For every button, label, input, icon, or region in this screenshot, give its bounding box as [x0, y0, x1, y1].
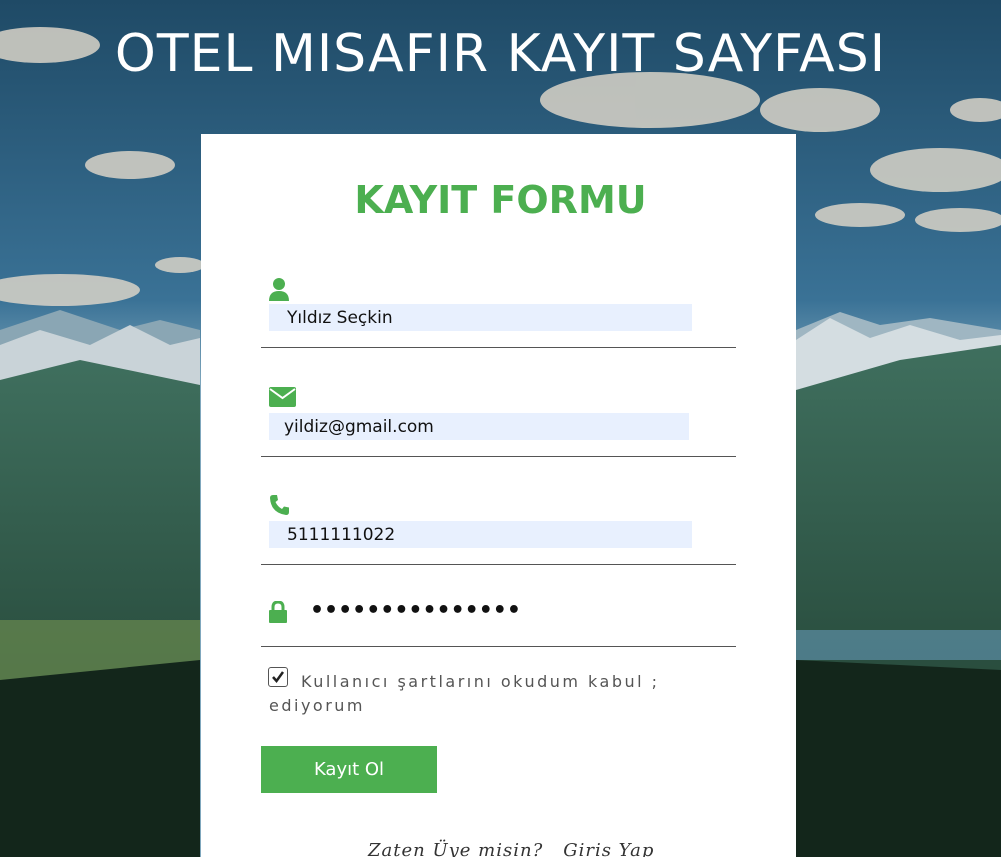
email-underline	[261, 456, 736, 457]
terms-label: Kullanıcı şartlarını okudum kabul ; ediy…	[269, 672, 660, 715]
name-input[interactable]	[269, 304, 692, 331]
password-input[interactable]: •••••••••••••••	[310, 598, 521, 623]
phone-underline	[261, 564, 736, 565]
user-icon	[269, 277, 289, 305]
envelope-icon	[269, 387, 296, 411]
page-title: OTEL MISAFIR KAYIT SAYFASI	[114, 24, 887, 84]
email-input[interactable]	[269, 413, 689, 440]
login-prompt: Zaten Üye misin? Giris Yap	[368, 840, 654, 857]
already-member-text: Zaten Üye misin?	[368, 840, 544, 857]
phone-icon	[269, 494, 291, 520]
form-title: KAYIT FORMU	[354, 178, 647, 222]
lock-icon	[269, 600, 287, 627]
register-button[interactable]: Kayıt Ol	[261, 746, 437, 793]
phone-input[interactable]	[269, 521, 692, 548]
login-link[interactable]: Giris Yap	[563, 840, 654, 857]
name-underline	[261, 347, 736, 348]
password-underline	[261, 646, 736, 647]
